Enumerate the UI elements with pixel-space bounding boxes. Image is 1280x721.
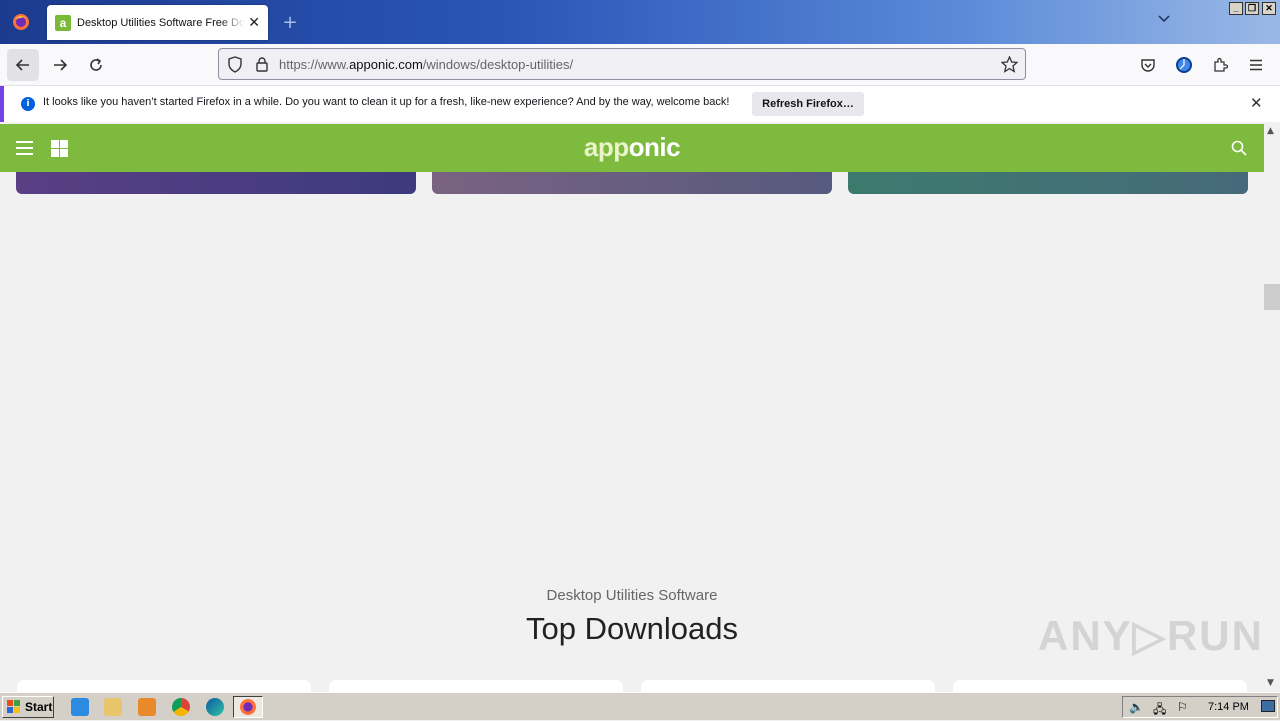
search-icon[interactable] [1231, 140, 1247, 156]
url-text: https://www.apponic.com/windows/desktop-… [279, 56, 574, 72]
extensions-button[interactable] [1204, 49, 1236, 81]
reload-button[interactable] [80, 49, 112, 81]
refresh-firefox-button[interactable]: Refresh Firefox… [752, 92, 864, 116]
chrome-icon[interactable] [172, 698, 190, 716]
show-desktop-icon[interactable] [1261, 700, 1275, 712]
reload-icon [90, 58, 102, 71]
tab-title: Desktop Utilities Software Free Download [77, 16, 245, 29]
pocket-icon [1141, 58, 1155, 72]
start-label: Start [25, 700, 53, 714]
windows-taskbar: Start 🔈 🖧 ⚐ 7:14 PM [0, 692, 1280, 720]
url-bar[interactable]: https://www.apponic.com/windows/desktop-… [218, 48, 1026, 80]
scroll-up-arrow-icon[interactable]: ▲ [1267, 126, 1274, 136]
scrollbar-thumb[interactable] [1264, 284, 1280, 310]
media-player-icon[interactable] [138, 698, 156, 716]
puzzle-piece-icon [1214, 57, 1228, 72]
firefox-icon[interactable] [0, 0, 42, 44]
new-tab-button[interactable]: + [282, 10, 298, 34]
tab-bar: a Desktop Utilities Software Free Downlo… [0, 0, 1280, 44]
category-card[interactable] [432, 172, 832, 194]
back-button[interactable] [7, 49, 39, 81]
shield-icon[interactable] [227, 56, 243, 73]
firefox-taskbar-icon [240, 699, 256, 715]
list-all-tabs-chevron-down-icon[interactable] [1158, 12, 1170, 26]
system-tray: 🔈 🖧 ⚐ [1122, 696, 1278, 718]
windows-flag-icon [7, 700, 20, 713]
notification-message: It looks like you haven’t started Firefo… [43, 96, 730, 108]
pocket-button[interactable] [1132, 49, 1164, 81]
internet-explorer-icon[interactable] [71, 698, 89, 716]
app-menu-button[interactable] [1240, 49, 1272, 81]
tab-active[interactable]: a Desktop Utilities Software Free Downlo… [47, 5, 268, 40]
notification-close-icon[interactable]: ✕ [1250, 94, 1263, 112]
start-button[interactable]: Start [2, 696, 54, 718]
download-card[interactable] [329, 680, 623, 692]
hamburger-menu-icon [1250, 59, 1262, 71]
page-content: apponic Desktop Utilities Software Top D… [0, 124, 1264, 692]
taskbar-clock[interactable]: 7:14 PM [1208, 701, 1249, 713]
forward-arrow-icon [54, 59, 68, 71]
anyrun-watermark: ANY▷RUN [1038, 612, 1264, 659]
download-card[interactable] [641, 680, 935, 692]
back-arrow-icon [15, 59, 29, 71]
category-card[interactable] [848, 172, 1248, 194]
section-subtitle: Desktop Utilities Software [546, 587, 718, 604]
minimize-button[interactable]: _ [1229, 2, 1243, 15]
scroll-down-arrow-icon[interactable]: ▼ [1267, 678, 1274, 688]
volume-icon[interactable]: 🔈 [1129, 700, 1144, 714]
navigation-toolbar: https://www.apponic.com/windows/desktop-… [0, 44, 1280, 86]
forward-button[interactable] [44, 49, 76, 81]
site-header: apponic [0, 124, 1264, 172]
vertical-scrollbar[interactable]: ▲ ▼ [1264, 124, 1280, 692]
download-card[interactable] [953, 680, 1247, 692]
taskbar-firefox-button[interactable] [233, 696, 263, 718]
apponic-favicon-icon: a [55, 14, 71, 31]
info-icon: i [21, 97, 35, 111]
refresh-firefox-notification: i It looks like you haven’t started Fire… [0, 86, 1280, 122]
account-avatar-icon [1176, 57, 1192, 73]
action-center-flag-icon[interactable]: ⚐ [1177, 700, 1188, 714]
network-icon[interactable]: 🖧 [1153, 700, 1166, 721]
file-explorer-icon[interactable] [104, 698, 122, 716]
close-window-button[interactable]: ✕ [1262, 2, 1276, 15]
download-card[interactable] [17, 680, 311, 692]
lock-icon[interactable] [255, 56, 269, 72]
edge-icon[interactable] [206, 698, 224, 716]
bookmark-star-icon[interactable] [1001, 56, 1018, 73]
category-card[interactable] [16, 172, 416, 194]
account-button[interactable] [1168, 49, 1200, 81]
tab-close-icon[interactable]: ✕ [248, 15, 260, 31]
restore-button[interactable]: ❐ [1245, 2, 1259, 15]
apponic-logo[interactable]: apponic [0, 132, 1264, 163]
